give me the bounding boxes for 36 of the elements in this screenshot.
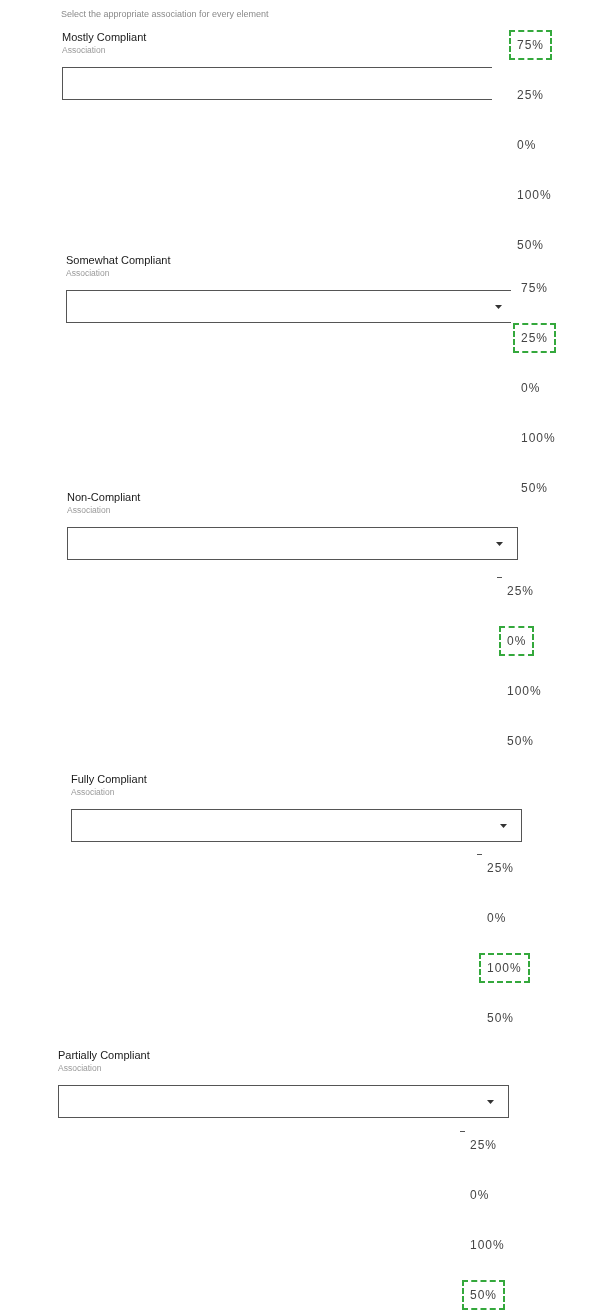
option-item[interactable]: 25% [513,323,557,353]
option-item[interactable]: 25% [479,853,523,883]
element-title: Somewhat Compliant [66,253,171,267]
option-item[interactable]: 50% [479,1003,523,1033]
option-item[interactable]: 50% [462,1280,506,1310]
element-title: Mostly Compliant [62,30,147,44]
association-select[interactable] [58,1085,509,1118]
option-item[interactable]: 0% [479,903,515,933]
field-label: Association [71,787,115,797]
element-title: Non-Compliant [67,490,141,504]
option-item[interactable]: 25% [462,1130,506,1160]
option-item[interactable]: 100% [513,423,564,453]
field-label: Association [62,45,106,55]
element-title: Fully Compliant [71,772,147,786]
option-item[interactable]: 75% [509,30,553,60]
option-item[interactable]: 50% [513,473,557,503]
option-item[interactable]: 100% [479,953,530,983]
option-item[interactable]: 0% [462,1180,498,1210]
field-label: Association [67,505,111,515]
association-select[interactable] [67,527,518,560]
option-item[interactable]: 100% [509,180,560,210]
option-item[interactable]: 0% [499,626,535,656]
instruction-text: Select the appropriate association for every element [61,8,269,20]
option-item[interactable]: 25% [509,80,553,110]
option-item[interactable]: 75% [513,273,557,303]
option-item[interactable]: 0% [509,130,545,160]
option-item[interactable]: 100% [499,676,550,706]
option-item[interactable]: 50% [509,230,553,260]
option-item[interactable]: 25% [499,576,543,606]
option-item[interactable]: 0% [513,373,549,403]
field-label: Association [66,268,110,278]
option-item[interactable]: 100% [462,1230,513,1260]
field-label: Association [58,1063,102,1073]
element-title: Partially Compliant [58,1048,150,1062]
association-select[interactable] [71,809,522,842]
option-item[interactable]: 50% [499,726,543,756]
